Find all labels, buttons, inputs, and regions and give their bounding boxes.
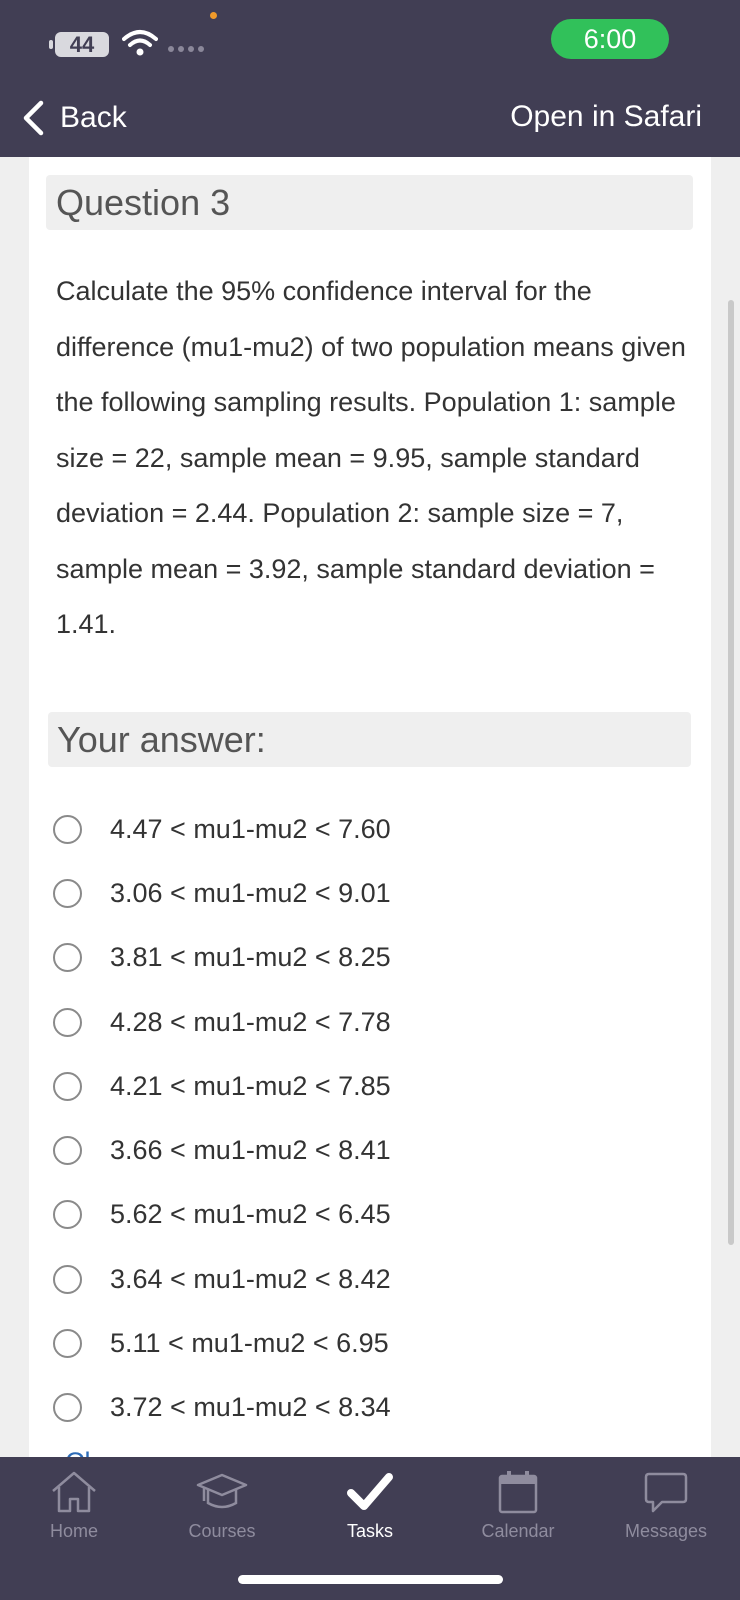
option-label: 4.21 < mu1-mu2 < 7.85 [110,1070,391,1101]
radio-button[interactable] [53,1200,82,1230]
chat-bubble-icon [644,1472,688,1513]
answer-option[interactable]: 3.72 < mu1-mu2 < 8.34 [53,1376,693,1440]
calendar-icon [498,1471,538,1514]
radio-button[interactable] [53,1136,82,1166]
answer-option[interactable]: 5.11 < mu1-mu2 < 6.95 [53,1311,693,1375]
battery-indicator: 44 [49,32,109,57]
radio-button[interactable] [53,1007,82,1037]
chevron-left-icon [23,100,44,136]
answer-option[interactable]: 3.06 < mu1-mu2 < 9.01 [53,861,693,925]
radio-button[interactable] [53,878,82,908]
option-label: 3.72 < mu1-mu2 < 8.34 [110,1392,391,1423]
answer-option[interactable]: 3.81 < mu1-mu2 < 8.25 [53,926,693,990]
tab-label: Messages [624,1521,708,1541]
option-label: 3.64 < mu1-mu2 < 8.42 [110,1263,391,1294]
back-label: Back [60,101,127,134]
tab-label: Tasks [346,1521,393,1541]
tab-label: Calendar [481,1521,555,1541]
tab-courses[interactable]: Courses [148,1469,296,1542]
tab-messages[interactable]: Messages [592,1469,740,1542]
tab-home[interactable]: Home [0,1469,148,1542]
radio-button[interactable] [53,1071,82,1101]
wifi-icon [122,30,158,56]
option-label: 5.62 < mu1-mu2 < 6.45 [110,1199,391,1230]
back-button[interactable]: Back [20,96,127,140]
option-label: 3.06 < mu1-mu2 < 9.01 [110,877,391,908]
tab-label: Home [49,1521,98,1541]
open-in-safari-button[interactable]: Open in Safari [510,100,702,134]
home-indicator[interactable] [238,1575,503,1584]
option-label: 3.81 < mu1-mu2 < 8.25 [110,942,391,973]
option-label: 3.66 < mu1-mu2 < 8.41 [110,1135,391,1166]
option-label: 4.28 < mu1-mu2 < 7.78 [110,1006,391,1037]
tab-label: Courses [188,1521,256,1541]
answer-option[interactable]: 3.64 < mu1-mu2 < 8.42 [53,1247,693,1311]
radio-button[interactable] [53,943,82,973]
home-icon [52,1471,96,1513]
status-time: 6:00 [551,19,669,59]
radio-button[interactable] [53,1329,82,1359]
signal-dots-icon [168,46,204,52]
question-text: Calculate the 95% confidence interval fo… [56,276,686,639]
tab-calendar[interactable]: Calendar [444,1469,592,1542]
clear-selection-link[interactable]: Cl [65,1447,91,1457]
graduation-cap-icon [196,1473,248,1509]
option-label: 4.47 < mu1-mu2 < 7.60 [110,813,391,844]
question-card: Question 3 Calculate the 95% confidence … [29,157,711,1457]
radio-button[interactable] [53,1264,82,1294]
answer-option[interactable]: 3.66 < mu1-mu2 < 8.41 [53,1118,693,1182]
app-header: 44 6:00 Back Open in Safari [0,0,740,157]
radio-button[interactable] [53,814,82,844]
answer-option[interactable]: 4.47 < mu1-mu2 < 7.60 [53,797,693,861]
answer-option[interactable]: 4.28 < mu1-mu2 < 7.78 [53,990,693,1054]
question-title: Question 3 [46,175,693,230]
privacy-indicator-dot [210,12,217,19]
tab-tasks[interactable]: Tasks [296,1469,444,1542]
radio-button[interactable] [53,1393,82,1423]
checkmark-icon [347,1473,393,1510]
option-label: 5.11 < mu1-mu2 < 6.95 [110,1328,389,1359]
answer-options: 4.47 < mu1-mu2 < 7.60 3.06 < mu1-mu2 < 9… [53,797,693,1440]
answer-title: Your answer: [48,712,691,767]
answer-option[interactable]: 5.62 < mu1-mu2 < 6.45 [53,1183,693,1247]
scrollbar[interactable] [728,300,734,1245]
answer-option[interactable]: 4.21 < mu1-mu2 < 7.85 [53,1054,693,1118]
